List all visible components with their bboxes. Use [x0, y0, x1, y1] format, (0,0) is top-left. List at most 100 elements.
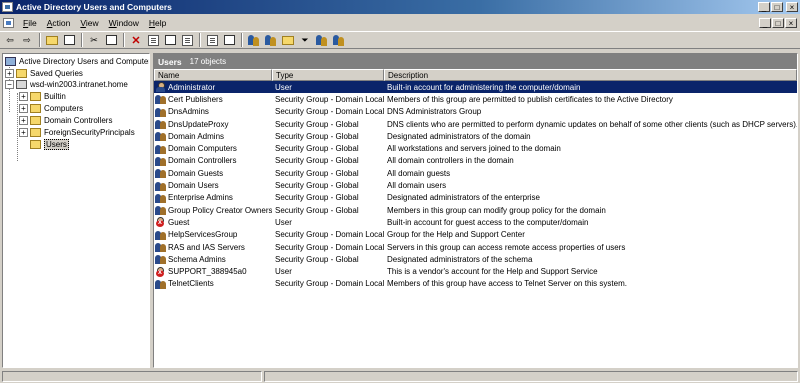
minimize-button[interactable]: _ [758, 2, 770, 12]
expand-icon[interactable]: + [19, 91, 28, 101]
folder-icon [30, 127, 41, 137]
cell-description: This is a vendor's account for the Help … [387, 267, 598, 277]
window-title: Active Directory Users and Computers [16, 2, 172, 12]
tree-root[interactable]: Active Directory Users and Computer [5, 55, 149, 67]
list-item[interactable]: Group Policy Creator Owners Security Grou… [154, 204, 797, 216]
group-icon [155, 119, 166, 130]
tree-item-domain[interactable]: − wsd-win2003.intranet.home [5, 78, 128, 90]
column-header-type[interactable]: Type [272, 69, 384, 81]
list-item[interactable]: Cert Publishers Security Group - Domain L… [154, 93, 797, 105]
object-name: DnsAdmins [168, 107, 209, 117]
console-tree-icon[interactable] [222, 33, 236, 47]
new-group-icon[interactable] [264, 33, 278, 47]
details-header: Users 17 objects [154, 54, 797, 69]
new-user-icon[interactable] [247, 33, 261, 47]
cell-type: Security Group - Global [275, 254, 359, 264]
tree-item-builtin[interactable]: + Builtin [19, 90, 66, 102]
menu-help[interactable]: Help [144, 18, 171, 28]
child-minimize-button[interactable]: _ [759, 17, 771, 28]
column-header-description[interactable]: Description [384, 69, 797, 81]
list-item[interactable]: Domain Controllers Security Group - Globa… [154, 155, 797, 167]
list-item[interactable]: TelnetClients Security Group - Domain Loc… [154, 278, 797, 290]
app-icon[interactable] [2, 2, 13, 12]
list-item[interactable]: Schema Admins Security Group - Global Desi… [154, 253, 797, 265]
expand-icon[interactable]: + [5, 68, 14, 78]
cell-description: DNS Administrators Group [387, 107, 482, 117]
group-icon [155, 144, 166, 154]
forward-arrow-icon[interactable]: ⇨ [20, 33, 34, 47]
close-button[interactable]: × [786, 2, 798, 12]
column-headers: Name Type Description [154, 69, 797, 81]
details-title: Users [158, 56, 182, 67]
cell-description: All domain users [387, 181, 447, 191]
menu-window[interactable]: Window [104, 18, 144, 28]
expand-icon[interactable]: + [19, 103, 28, 113]
cell-description: Designated administrators of the schema [387, 254, 533, 264]
cell-type: Security Group - Global [275, 193, 359, 203]
cell-description: DNS clients who are permitted to perform… [387, 119, 797, 129]
object-name: Guest [168, 217, 190, 227]
list-item[interactable]: RAS and IAS Servers Security Group - Doma… [154, 241, 797, 253]
console-tree[interactable]: Active Directory Users and Computer + Sa… [2, 53, 150, 368]
tree-item-domain-controllers[interactable]: + Domain Controllers [19, 114, 112, 126]
export-list-icon[interactable] [180, 33, 194, 47]
cell-type: Security Group - Global [275, 131, 359, 141]
properties-icon[interactable] [146, 33, 160, 47]
child-close-button[interactable]: × [785, 17, 797, 28]
add-to-group-icon[interactable] [332, 33, 346, 47]
column-header-name[interactable]: Name [154, 69, 272, 81]
menu-bar: File Action View Window Help _ □ × [0, 15, 800, 30]
ou-folder-icon [30, 115, 41, 125]
list-item[interactable]: Domain Computers Security Group - Global A… [154, 142, 797, 154]
menu-action[interactable]: Action [42, 18, 76, 28]
help-icon[interactable] [205, 33, 219, 47]
collapse-icon[interactable]: − [5, 79, 14, 89]
tree-item-foreign-security-principals[interactable]: + ForeignSecurityPrincipals [19, 126, 135, 138]
tree-item-computers[interactable]: + Computers [19, 102, 83, 114]
menu-file[interactable]: File [18, 18, 42, 28]
up-folder-icon[interactable] [45, 33, 59, 47]
list-item[interactable]: Domain Users Security Group - Global All d… [154, 179, 797, 191]
list-item[interactable]: Domain Guests Security Group - Global All … [154, 167, 797, 179]
list-item[interactable]: Guest User Built-in account for guest acce… [154, 216, 797, 228]
child-restore-button[interactable]: □ [772, 17, 784, 28]
cell-name: Domain Admins [154, 131, 272, 142]
delete-icon[interactable]: ✕ [129, 33, 143, 47]
mmc-doc-icon[interactable] [3, 17, 14, 28]
list-item[interactable]: DnsAdmins Security Group - Domain Local DN… [154, 106, 797, 118]
cell-name: Domain Computers [154, 144, 272, 154]
group-icon [155, 94, 166, 105]
list-item[interactable]: HelpServicesGroup Security Group - Domain… [154, 229, 797, 241]
list-item[interactable]: Domain Admins Security Group - Global Desi… [154, 130, 797, 142]
group-icon [155, 107, 166, 117]
copy-icon[interactable] [104, 33, 118, 47]
cell-description: Servers in this group can access remote … [387, 242, 626, 252]
cell-name: HelpServicesGroup [154, 230, 272, 240]
list-item[interactable]: DnsUpdateProxy Security Group - Global DNS… [154, 118, 797, 130]
object-name: Domain Guests [168, 168, 224, 178]
cell-description: All domain guests [387, 168, 451, 178]
expand-icon[interactable]: + [19, 127, 28, 137]
object-name: Domain Controllers [168, 156, 237, 166]
list-item[interactable]: SUPPORT_388945a0 User This is a vendor's a… [154, 265, 797, 277]
list-item[interactable]: Enterprise Admins Security Group - Global… [154, 192, 797, 204]
object-name: TelnetClients [168, 279, 214, 289]
back-arrow-icon[interactable]: ⇦ [3, 33, 17, 47]
cell-type: Security Group - Global [275, 181, 359, 191]
refresh-icon[interactable] [163, 33, 177, 47]
group-icon [155, 168, 166, 179]
menu-view[interactable]: View [75, 18, 103, 28]
filter-icon[interactable]: ⏷ [298, 33, 312, 47]
maximize-button[interactable]: □ [771, 2, 783, 12]
tree-item-users[interactable]: Users [30, 138, 69, 150]
cell-type: Security Group - Global [275, 156, 359, 166]
new-ou-icon[interactable] [281, 33, 295, 47]
title-bar[interactable]: Active Directory Users and Computers _ □… [0, 0, 800, 14]
find-icon[interactable] [315, 33, 329, 47]
cell-type: User [275, 217, 292, 227]
object-name: SUPPORT_388945a0 [168, 267, 247, 277]
expand-icon[interactable]: + [19, 115, 28, 125]
cut-icon[interactable]: ✂ [87, 33, 101, 47]
list-item[interactable]: Administrator User Built-in account for ad… [154, 81, 797, 94]
show-hide-tree-icon[interactable] [62, 33, 76, 47]
